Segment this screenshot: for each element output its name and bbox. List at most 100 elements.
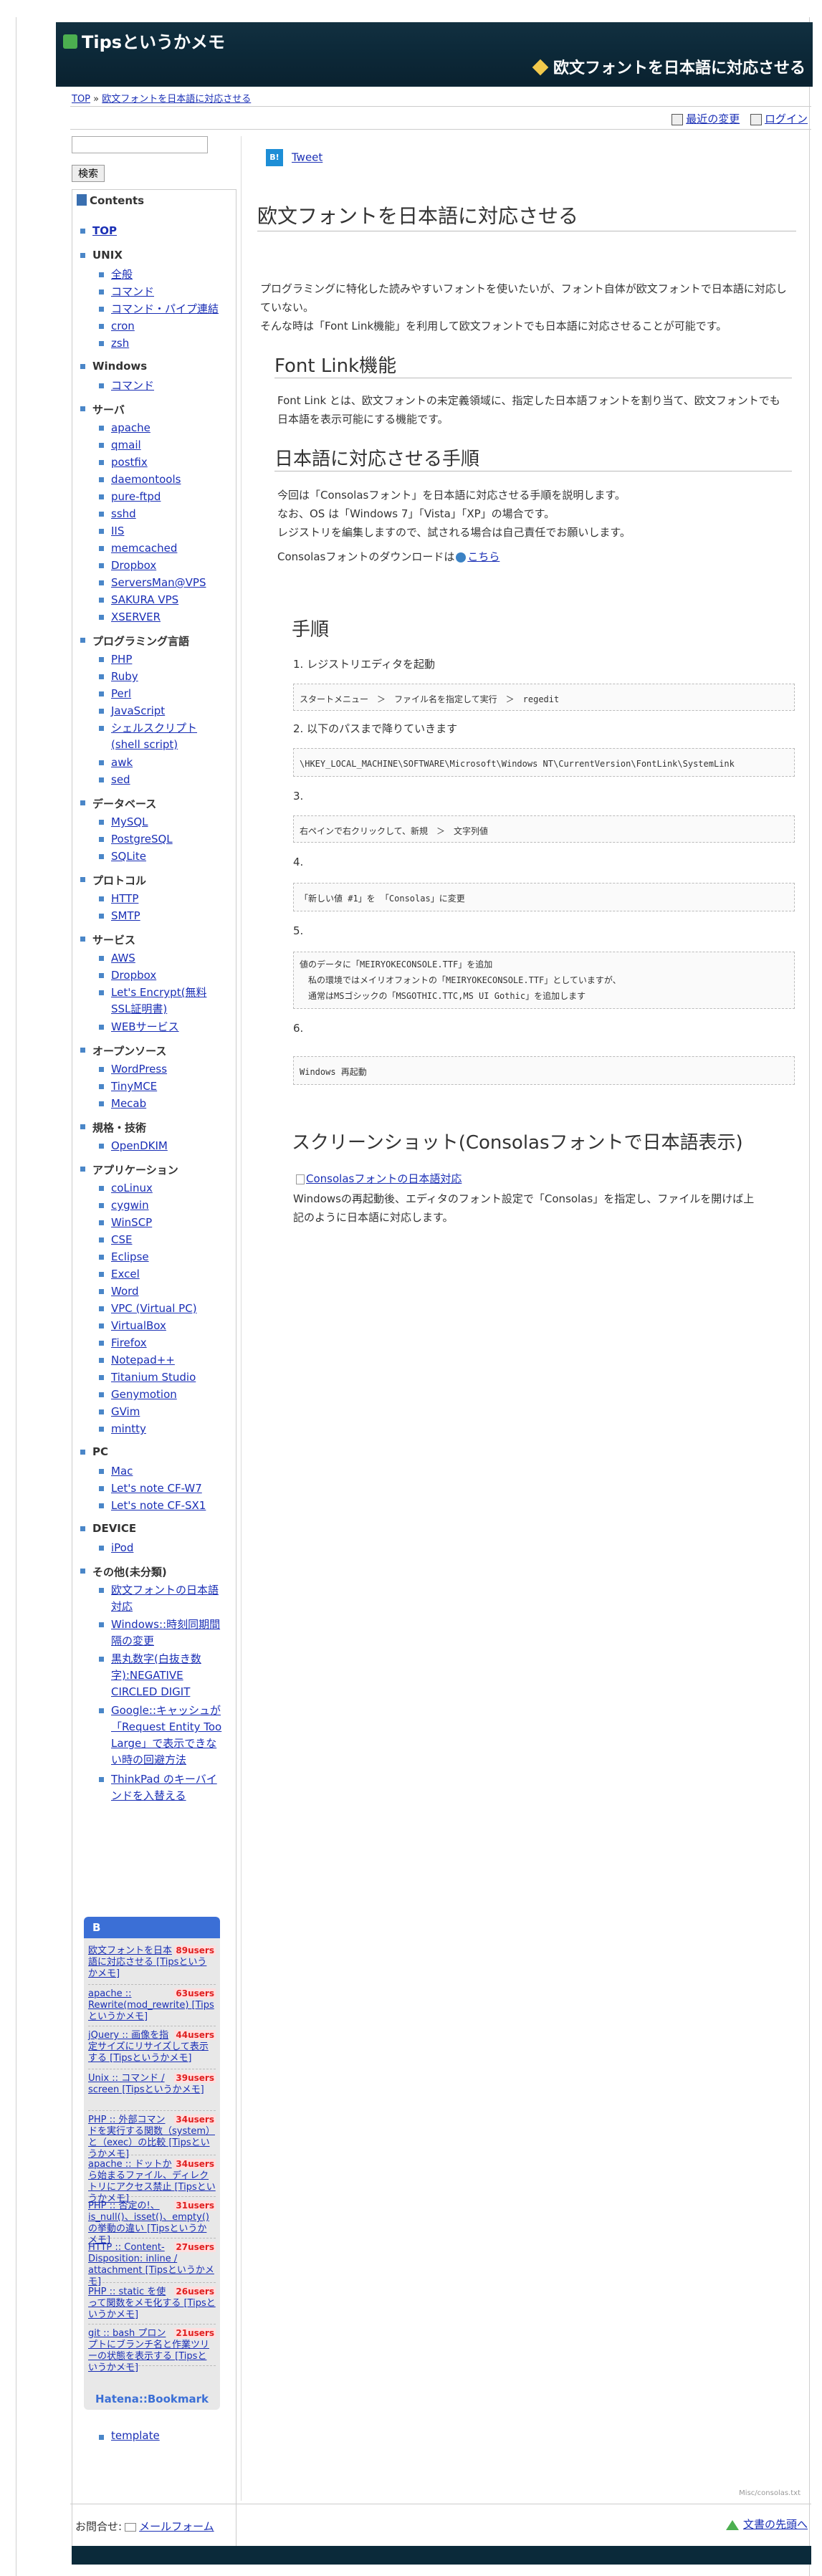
breadcrumb-top-link[interactable]: TOP <box>72 94 90 105</box>
sidebar-item[interactable]: Mac <box>99 1463 226 1480</box>
sidebar-item[interactable]: memcached <box>99 540 226 557</box>
sidebar-item-template[interactable]: template <box>99 2429 160 2442</box>
sidebar-item[interactable]: coLinux <box>99 1180 226 1197</box>
sidebar-item[interactable]: コマンド <box>99 284 226 300</box>
sidebar-item[interactable]: AWS <box>99 950 226 967</box>
hatena-bookmark-icon[interactable]: B! <box>266 149 283 166</box>
sidebar-item[interactable]: iPod <box>99 1540 226 1556</box>
sidebar-item[interactable]: SQLite <box>99 848 226 865</box>
sidebar-item[interactable]: JavaScript <box>99 703 226 719</box>
sidebar-item[interactable]: SMTP <box>99 908 226 924</box>
sidebar-item[interactable]: SAKURA VPS <box>99 592 226 608</box>
hatena-footer[interactable]: Hatena::Bookmark <box>84 2393 220 2405</box>
sidebar-item[interactable]: 全般 <box>99 267 226 283</box>
hatena-entry[interactable]: 34users PHP :: 外部コマンドを実行する関数（system）と（exe… <box>88 2115 216 2160</box>
sidebar-item[interactable]: Windows::時刻同期間隔の変更 <box>99 1617 226 1649</box>
hatena-entry[interactable]: 27users HTTP :: Content-Disposition: inli… <box>88 2242 216 2287</box>
sidebar-item[interactable]: XSERVER <box>99 609 226 626</box>
sidebar-item[interactable]: 黒丸数字(白抜き数字):NEGATIVE CIRCLED DIGIT <box>99 1651 226 1700</box>
sidebar-item[interactable]: MySQL <box>99 814 226 830</box>
sidebar-item[interactable]: zsh <box>99 335 226 352</box>
sidebar-item[interactable]: VirtualBox <box>99 1318 226 1334</box>
recent-changes-link[interactable]: 最近の変更 <box>686 112 740 125</box>
hatena-user-count[interactable]: 44users <box>174 2030 216 2040</box>
sidebar-item[interactable]: WinSCP <box>99 1215 226 1231</box>
sidebar-item[interactable]: VPC (Virtual PC) <box>99 1301 226 1317</box>
sidebar-item[interactable]: Notepad++ <box>99 1352 226 1369</box>
sidebar-item[interactable]: Ruby <box>99 669 226 685</box>
sidebar-item[interactable]: Let's note CF-SX1 <box>99 1498 226 1514</box>
sidebar-item[interactable]: ServersMan@VPS <box>99 575 226 591</box>
sidebar-item[interactable]: sshd <box>99 506 226 522</box>
sidebar-item[interactable]: Firefox <box>99 1335 226 1351</box>
sidebar-item[interactable]: mintty <box>99 1421 226 1437</box>
sidebar-item[interactable]: コマンド <box>99 378 226 394</box>
hatena-user-count[interactable]: 34users <box>174 2159 216 2169</box>
sidebar-item[interactable]: sed <box>99 772 226 788</box>
hatena-user-count[interactable]: 63users <box>174 1988 216 1998</box>
sidebar-item[interactable]: ThinkPad のキーバインドを入替える <box>99 1771 226 1804</box>
tweet-link[interactable]: Tweet <box>292 151 322 164</box>
sidebar-item[interactable]: Dropbox <box>99 557 226 574</box>
go-top[interactable]: 文書の先頭へ <box>725 2517 808 2532</box>
hatena-user-count[interactable]: 26users <box>174 2287 216 2297</box>
sidebar-item[interactable]: HTTP <box>99 891 226 907</box>
hatena-entry[interactable]: 63users apache :: Rewrite(mod_rewrite) [T… <box>88 1988 216 2026</box>
login-link[interactable]: ログイン <box>765 112 808 125</box>
sidebar-item[interactable]: TinyMCE <box>99 1078 226 1095</box>
sidebar-item[interactable]: WordPress <box>99 1061 226 1078</box>
sidebar-item[interactable]: Genymotion <box>99 1387 226 1403</box>
sidebar-item[interactable]: daemontools <box>99 471 226 488</box>
sidebar-item[interactable]: awk <box>99 755 226 771</box>
sidebar-item[interactable]: OpenDKIM <box>99 1138 226 1154</box>
screenshot-image[interactable]: Consolasフォントの日本語対応 <box>296 1169 790 1188</box>
sidebar-item[interactable]: 欧文フォントの日本語対応 <box>99 1582 226 1615</box>
sidebar-item-top[interactable]: TOP <box>80 224 117 237</box>
screenshot-image-link[interactable]: Consolasフォントの日本語対応 <box>306 1172 462 1185</box>
sidebar-item[interactable]: シェルスクリプト (shell script) <box>99 720 226 753</box>
hatena-entry[interactable]: 44users jQuery :: 画像を指定サイズにリサイズして表示する [Ti… <box>88 2030 216 2069</box>
sidebar-item[interactable]: Word <box>99 1283 226 1300</box>
search-button[interactable]: 検索 <box>72 165 105 182</box>
sidebar-item[interactable]: PHP <box>99 651 226 668</box>
sidebar-item[interactable]: Titanium Studio <box>99 1369 226 1386</box>
sidebar-item[interactable]: IIS <box>99 523 226 540</box>
sidebar-item[interactable]: PostgreSQL <box>99 831 226 848</box>
sidebar-item[interactable]: apache <box>99 420 226 436</box>
sidebar-item[interactable]: Excel <box>99 1266 226 1283</box>
hatena-user-count[interactable]: 31users <box>174 2201 216 2211</box>
sidebar-item[interactable]: Eclipse <box>99 1249 226 1265</box>
site-title[interactable]: Tipsというかメモ <box>63 28 225 53</box>
hatena-user-count[interactable]: 27users <box>174 2242 216 2252</box>
hatena-user-count[interactable]: 21users <box>174 2328 216 2338</box>
sidebar-item[interactable]: Let's note CF-W7 <box>99 1480 226 1497</box>
sidebar-item[interactable]: Let's Encrypt(無料SSL証明書) <box>99 985 226 1018</box>
sidebar-item[interactable]: コマンド・パイプ連結 <box>99 301 226 317</box>
sidebar-item[interactable]: cygwin <box>99 1197 226 1214</box>
sidebar-item[interactable]: CSE <box>99 1232 226 1248</box>
download-link[interactable]: こちら <box>467 550 500 563</box>
sidebar-item[interactable]: cron <box>99 318 226 335</box>
hatena-user-count[interactable]: 34users <box>174 2115 216 2125</box>
sidebar-item[interactable]: postfix <box>99 454 226 471</box>
hatena-entry[interactable]: 26users PHP :: static を使って関数をメモ化する [Tipsと… <box>88 2287 216 2324</box>
sidebar-item[interactable]: Dropbox <box>99 967 226 984</box>
search-input[interactable] <box>72 136 208 153</box>
sidebar-item[interactable]: WEBサービス <box>99 1019 226 1035</box>
sidebar-item[interactable]: Perl <box>99 686 226 702</box>
go-top-link[interactable]: 文書の先頭へ <box>743 2518 808 2531</box>
sidebar-item[interactable]: GVim <box>99 1404 226 1420</box>
hatena-entry[interactable]: 89users 欧文フォントを日本語に対応させる [Tipsというかメモ] <box>88 1945 216 1985</box>
breadcrumb-current-link[interactable]: 欧文フォントを日本語に対応させる <box>102 94 251 105</box>
hatena-entry[interactable]: 31users PHP :: 否定の!、is_null()、isset()、emp… <box>88 2201 216 2246</box>
sidebar-item[interactable]: Google::キャッシュが「Request Entity Too Large」… <box>99 1703 226 1768</box>
hatena-user-count[interactable]: 39users <box>174 2073 216 2083</box>
sidebar-item[interactable]: pure-ftpd <box>99 489 226 505</box>
hatena-user-count[interactable]: 89users <box>174 1945 216 1955</box>
sidebar-item[interactable]: qmail <box>99 437 226 454</box>
hatena-entry[interactable]: 21users git :: bash プロンプトにブランチ名と作業ツリーの状態を… <box>88 2328 216 2373</box>
mail-form-link[interactable]: メールフォーム <box>139 2520 214 2533</box>
sidebar-item[interactable]: Mecab <box>99 1096 226 1112</box>
hatena-entry[interactable]: 39users Unix :: コマンド / screen [Tipsというかメモ… <box>88 2073 216 2111</box>
hatena-entry[interactable]: 34users apache :: ドットから始まるファイル、ディレクトリにアクセ… <box>88 2159 216 2204</box>
